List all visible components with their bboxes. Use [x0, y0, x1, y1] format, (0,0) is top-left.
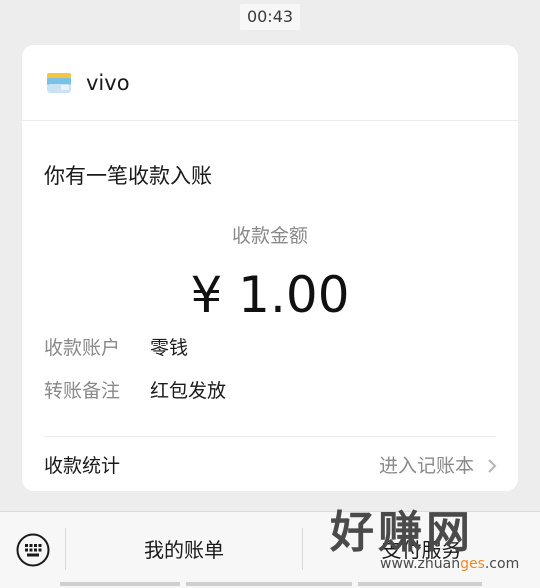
- amount-value: ¥ 1.00: [190, 266, 350, 324]
- account-label: 收款账户: [44, 337, 121, 359]
- payment-notification-card[interactable]: vivo 你有一笔收款入账 收款金额 ¥ 1.00 收款账户 零钱 转账备注 红…: [22, 45, 518, 491]
- remark-label: 转账备注: [44, 380, 121, 402]
- divider: [44, 436, 496, 437]
- card-header: vivo: [22, 45, 518, 121]
- notice-title: 你有一笔收款入账: [44, 164, 212, 188]
- remark-value: 红包发放: [150, 380, 227, 402]
- timestamp: 00:43: [240, 4, 300, 30]
- watermark-url: www.zhuanges.com: [380, 556, 520, 572]
- stats-label: 收款统计: [44, 455, 121, 477]
- account-value: 零钱: [150, 337, 189, 359]
- home-indicator-segment: [186, 582, 352, 586]
- my-bills-menu[interactable]: 我的账单: [66, 536, 302, 564]
- site-watermark: 好赚网 www.zhuanges.com: [330, 505, 530, 585]
- wallet-icon: [47, 73, 71, 93]
- ledger-link[interactable]: 进入记账本: [379, 453, 474, 479]
- watermark-logo-text: 好赚网: [330, 507, 474, 558]
- amount-label: 收款金额: [231, 225, 308, 247]
- chevron-right-icon[interactable]: [486, 458, 498, 474]
- home-indicator-segment: [60, 582, 180, 586]
- keyboard-icon[interactable]: [16, 533, 50, 567]
- app-name: vivo: [86, 71, 130, 95]
